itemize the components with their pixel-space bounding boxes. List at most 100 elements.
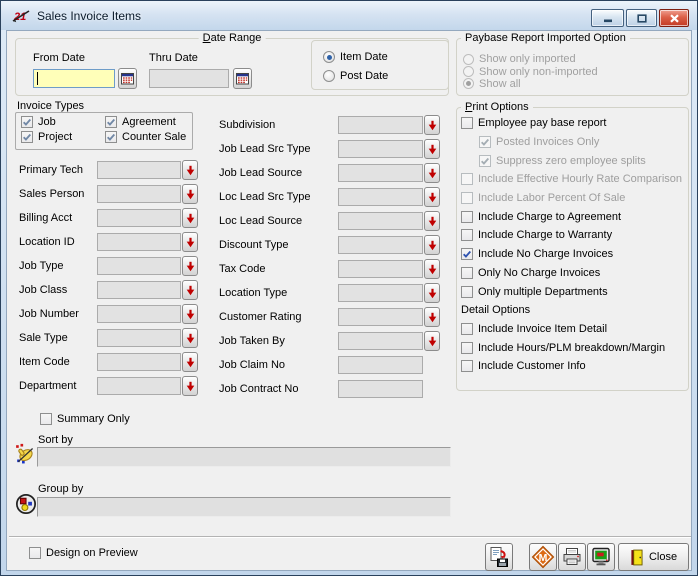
checkbox-counter-sale[interactable]: Counter Sale xyxy=(105,131,186,143)
job-number-input[interactable] xyxy=(97,305,181,323)
billing-acct-input[interactable] xyxy=(97,209,181,227)
primary-tech-dropdown-button[interactable] xyxy=(182,160,198,180)
location-type-dropdown-button[interactable] xyxy=(424,283,440,303)
minimize-button[interactable] xyxy=(591,9,624,27)
checkbox-include-invoice-item-detail[interactable]: Include Invoice Item Detail xyxy=(461,320,693,339)
filter-label: Location Type xyxy=(219,287,288,299)
department-input[interactable] xyxy=(97,377,181,395)
thru-date-input[interactable] xyxy=(149,69,229,88)
checkbox-label: Include Charge to Warranty xyxy=(478,229,613,242)
radio-post-date[interactable]: Post Date xyxy=(323,70,388,82)
titlebar[interactable]: 21 Sales Invoice Items xyxy=(1,1,697,30)
radio-show-all[interactable]: Show all xyxy=(463,78,598,90)
checkbox-include-charge-to-agreement[interactable]: Include Charge to Agreement xyxy=(461,207,693,226)
checkbox-label: Include No Charge Invoices xyxy=(478,248,614,261)
job-type-dropdown-button[interactable] xyxy=(182,256,198,276)
location-type-input[interactable] xyxy=(338,284,423,302)
checkbox-design-on-preview[interactable]: Design on Preview xyxy=(29,547,138,559)
checkbox-summary-only[interactable]: Summary Only xyxy=(40,413,130,425)
from-date-input[interactable] xyxy=(33,69,115,88)
checkbox-label: Design on Preview xyxy=(46,547,138,559)
item-code-input[interactable] xyxy=(97,353,181,371)
job-lead-source-dropdown-button[interactable] xyxy=(424,163,440,183)
checkbox-agreement[interactable]: Agreement xyxy=(105,116,186,128)
preview-button[interactable] xyxy=(587,543,615,571)
job-number-dropdown-button[interactable] xyxy=(182,304,198,324)
export-report-button[interactable] xyxy=(485,543,513,571)
tax-code-input[interactable] xyxy=(338,260,423,278)
job-lead-src-type-dropdown-button[interactable] xyxy=(424,139,440,159)
filter-label: Location ID xyxy=(19,236,75,248)
checkbox-suppress-zero-employee-splits[interactable]: Suppress zero employee splits xyxy=(461,151,693,170)
checkbox-box xyxy=(479,154,491,167)
location-id-input[interactable] xyxy=(97,233,181,251)
radio-item-date[interactable]: Item Date xyxy=(323,51,388,63)
loc-lead-source-dropdown-button[interactable] xyxy=(424,211,440,231)
close-button[interactable]: Close xyxy=(618,543,689,571)
filters-middle-column: Subdivision Job Lead Src Type Job Lead Sou… xyxy=(219,113,440,401)
customer-rating-dropdown-button[interactable] xyxy=(424,307,440,327)
checkbox-include-labor-percent-of-sale[interactable]: Include Labor Percent Of Sale xyxy=(461,189,693,208)
checkbox-include-hours-plm-breakdown-margin[interactable]: Include Hours/PLM breakdown/Margin xyxy=(461,338,693,357)
subdivision-input[interactable] xyxy=(338,116,423,134)
checkbox-posted-invoices-only[interactable]: Posted Invoices Only xyxy=(461,133,693,152)
checkbox-employee-pay-base-report[interactable]: Employee pay base report xyxy=(461,114,693,133)
check-icon xyxy=(481,157,490,165)
checkbox-job[interactable]: Job xyxy=(21,116,105,128)
checkbox-include-no-charge-invoices[interactable]: Include No Charge Invoices xyxy=(461,245,693,264)
checkbox-include-charge-to-warranty[interactable]: Include Charge to Warranty xyxy=(461,226,693,245)
red-down-arrow-icon xyxy=(428,192,436,202)
primary-tech-input[interactable] xyxy=(97,161,181,179)
red-down-arrow-icon xyxy=(186,309,194,319)
discount-type-dropdown-button[interactable] xyxy=(424,235,440,255)
checkbox-project[interactable]: Project xyxy=(21,131,105,143)
loc-lead-src-type-input[interactable] xyxy=(338,188,423,206)
loc-lead-src-type-dropdown-button[interactable] xyxy=(424,187,440,207)
filter-label: Loc Lead Src Type xyxy=(219,191,311,203)
loc-lead-source-input[interactable] xyxy=(338,212,423,230)
radio-show-only-imported[interactable]: Show only imported xyxy=(463,53,598,65)
job-taken-by-dropdown-button[interactable] xyxy=(424,331,440,351)
printer-icon xyxy=(563,548,581,565)
checkbox-only-no-charge-invoices[interactable]: Only No Charge Invoices xyxy=(461,264,693,283)
group-by-input[interactable] xyxy=(37,497,451,517)
item-code-dropdown-button[interactable] xyxy=(182,352,198,372)
job-lead-source-input[interactable] xyxy=(338,164,423,182)
job-type-input[interactable] xyxy=(97,257,181,275)
filter-label: Job Claim No xyxy=(219,359,286,371)
billing-acct-dropdown-button[interactable] xyxy=(182,208,198,228)
maximize-button[interactable] xyxy=(626,9,657,27)
check-icon xyxy=(463,251,472,258)
subdivision-dropdown-button[interactable] xyxy=(424,115,440,135)
checkbox-only-multiple-departments[interactable]: Only multiple Departments xyxy=(461,282,693,301)
discount-type-input[interactable] xyxy=(338,236,423,254)
radio-show-only-non-imported[interactable]: Show only non-imported xyxy=(463,65,598,78)
tax-code-dropdown-button[interactable] xyxy=(424,259,440,279)
job-contract-no-input[interactable] xyxy=(338,380,423,398)
sales-person-input[interactable] xyxy=(97,185,181,203)
checkbox-include-effective-hourly-rate-comparison[interactable]: Include Effective Hourly Rate Comparison xyxy=(461,170,693,189)
job-lead-src-type-input[interactable] xyxy=(338,140,423,158)
department-dropdown-button[interactable] xyxy=(182,376,198,396)
m-diamond-button[interactable]: M xyxy=(529,543,557,571)
job-class-dropdown-button[interactable] xyxy=(182,280,198,300)
job-claim-no-input[interactable] xyxy=(338,356,423,374)
customer-rating-input[interactable] xyxy=(338,308,423,326)
sale-type-input[interactable] xyxy=(97,329,181,347)
job-class-input[interactable] xyxy=(97,281,181,299)
checkbox-include-customer-info[interactable]: Include Customer Info xyxy=(461,357,693,376)
job-taken-by-input[interactable] xyxy=(338,332,423,350)
svg-text:M: M xyxy=(539,552,548,564)
location-id-dropdown-button[interactable] xyxy=(182,232,198,252)
sales-person-dropdown-button[interactable] xyxy=(182,184,198,204)
radio-label: Show all xyxy=(479,77,521,90)
from-date-calendar-button[interactable] xyxy=(118,68,137,89)
window-close-button[interactable] xyxy=(659,9,689,27)
print-button[interactable] xyxy=(558,543,586,571)
checkbox-box xyxy=(21,116,33,128)
thru-date-calendar-button[interactable] xyxy=(233,68,252,89)
sale-type-dropdown-button[interactable] xyxy=(182,328,198,348)
sort-by-input[interactable] xyxy=(37,447,451,467)
filter-label: Discount Type xyxy=(219,239,289,251)
checkbox-box xyxy=(461,266,473,279)
